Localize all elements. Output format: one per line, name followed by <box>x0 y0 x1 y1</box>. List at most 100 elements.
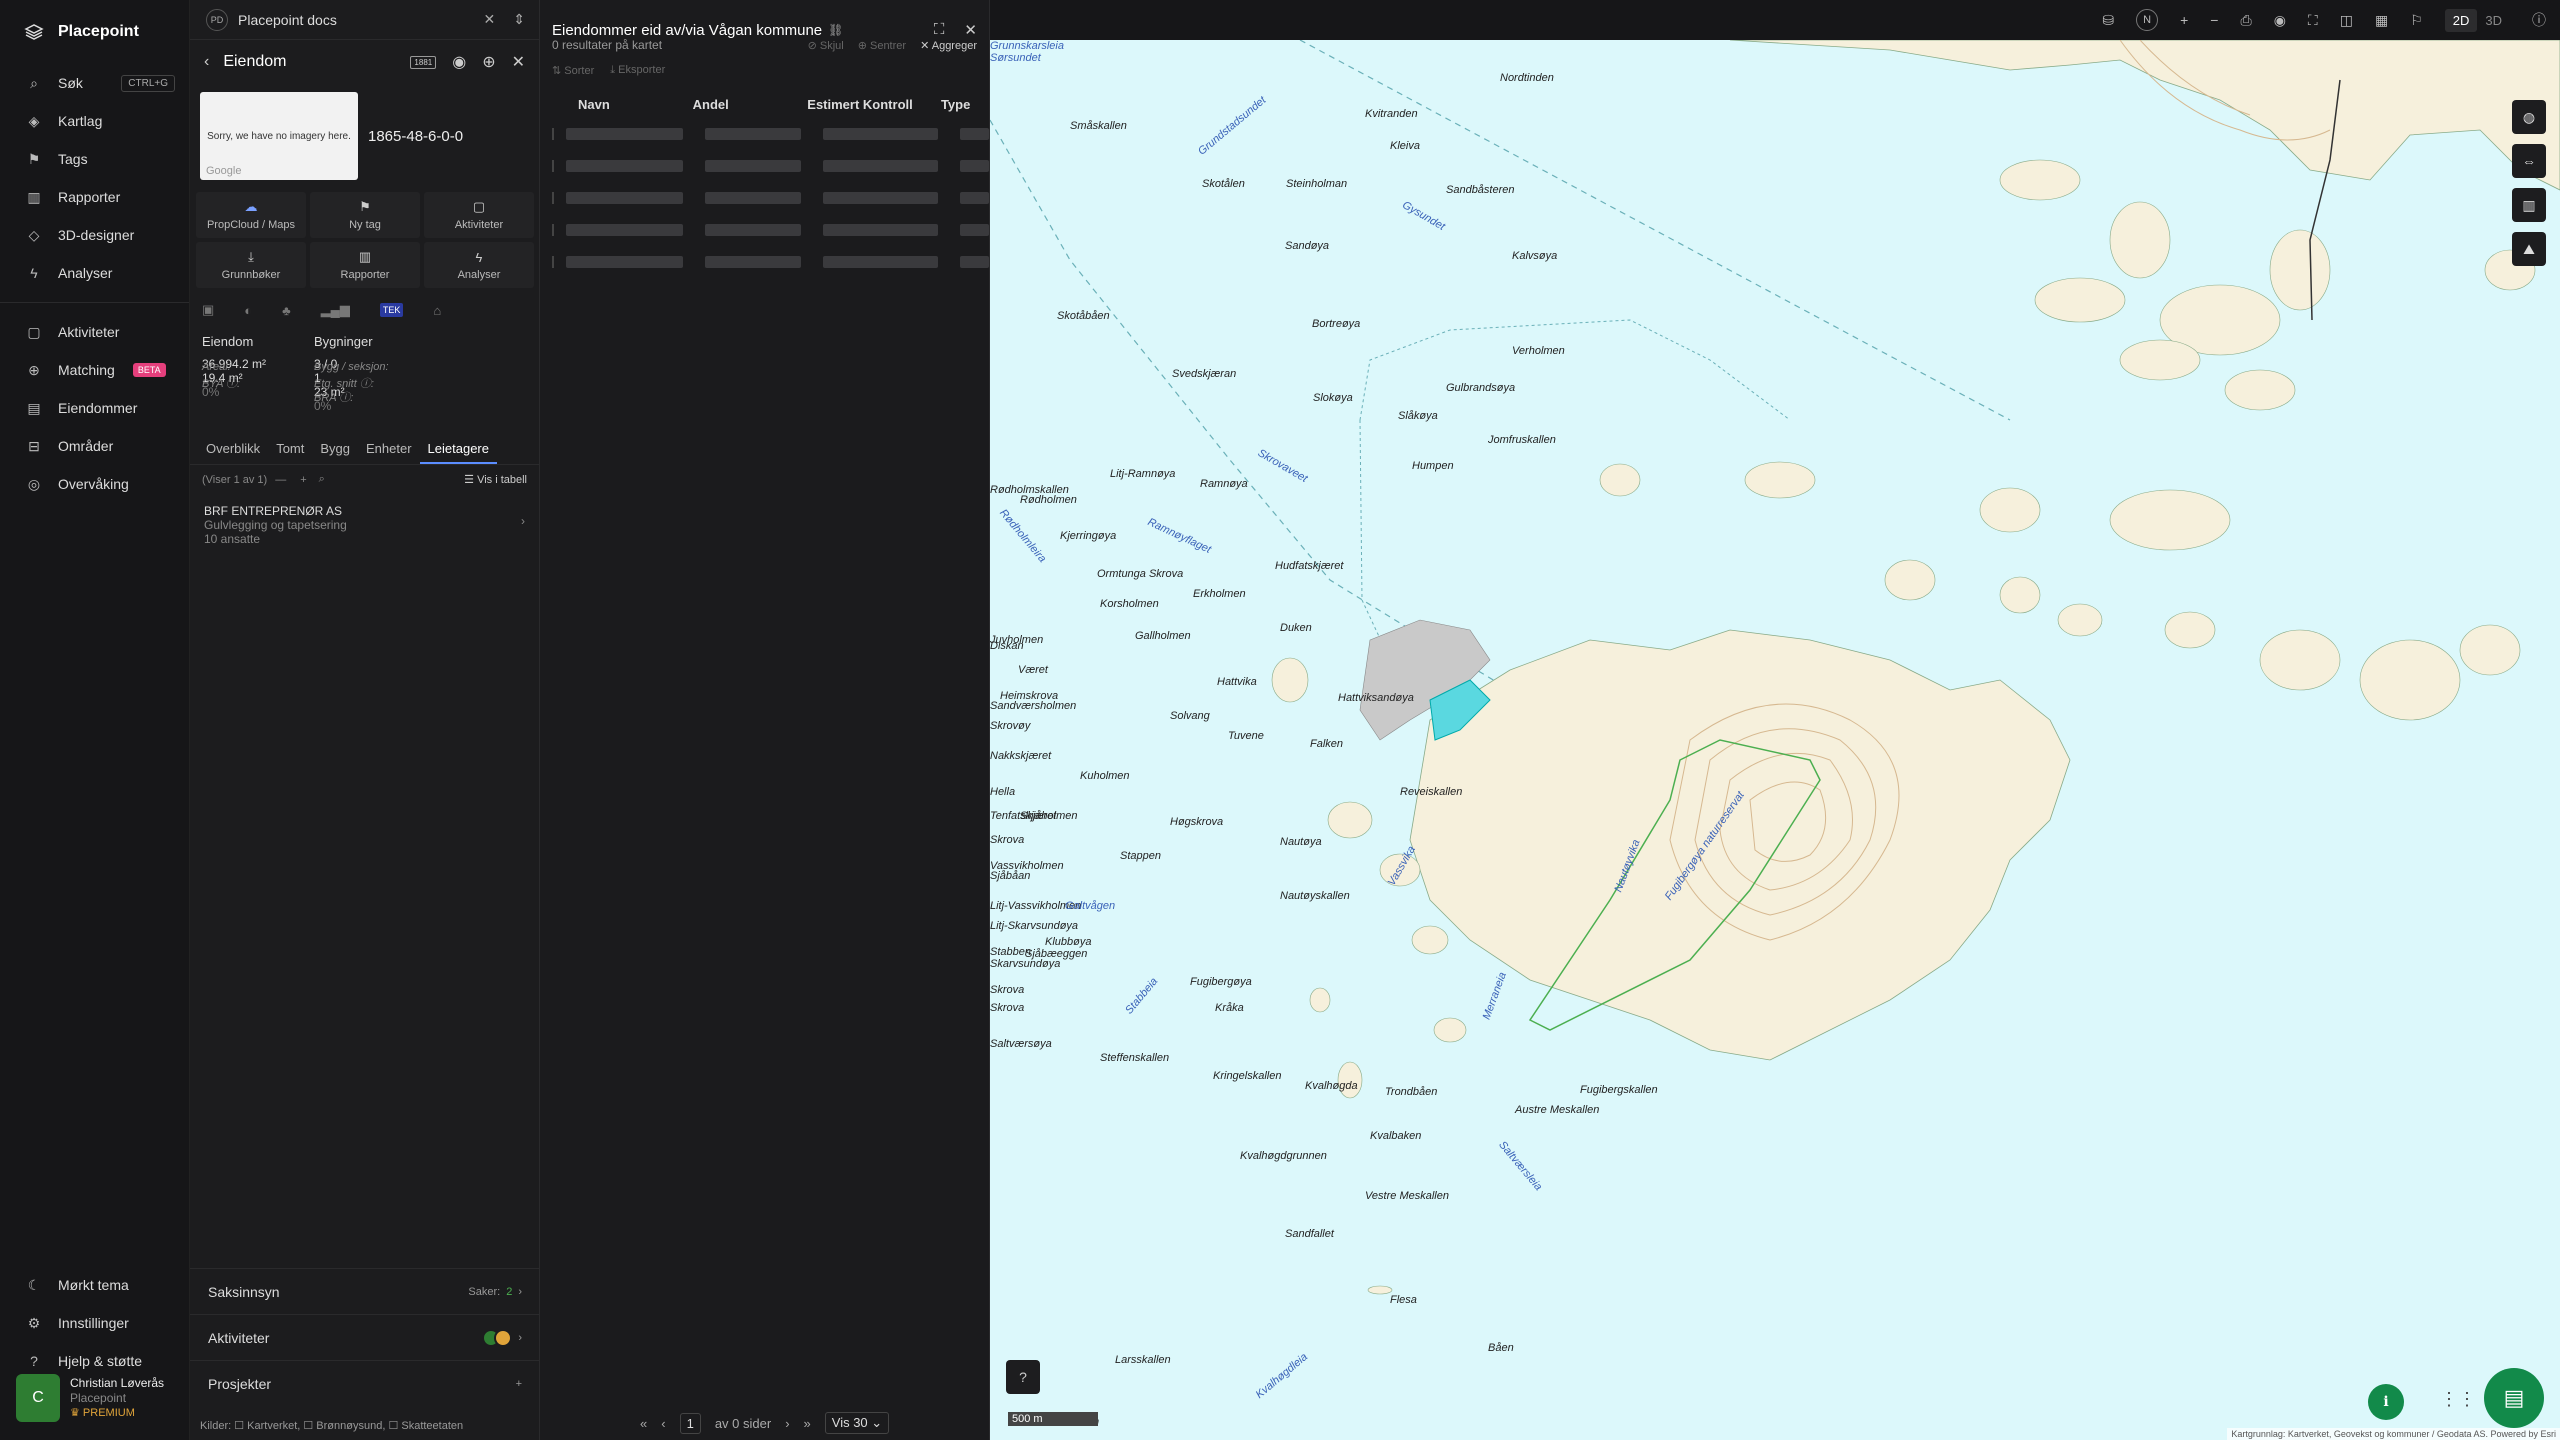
map-label: Ramnøya <box>1200 478 1248 490</box>
grid-icon[interactable]: ▦ <box>2375 12 2388 29</box>
prosjekter-section[interactable]: Prosjekter + <box>190 1360 540 1406</box>
aktiviteter-section[interactable]: Aktiviteter › <box>190 1314 540 1360</box>
propcloud-button[interactable]: ☁ PropCloud / Maps <box>196 192 306 238</box>
activities-button[interactable]: ▢ Aktiviteter <box>424 192 534 238</box>
chat-button[interactable]: ▤ <box>2484 1368 2544 1428</box>
new-tag-button[interactable]: ⚑ Ny tag <box>310 192 420 238</box>
eye-icon[interactable]: ◉ <box>2274 12 2286 29</box>
link-icon[interactable]: ⛓ <box>828 23 843 37</box>
history-icon[interactable]: 1881 <box>410 55 437 69</box>
row-marker <box>552 256 554 268</box>
docs-bar[interactable]: PD Placepoint docs ✕ ⇕ <box>190 0 539 40</box>
eye-icon[interactable]: ◉ <box>452 52 466 72</box>
analyses-button[interactable]: ϟ Analyser <box>424 242 534 288</box>
nav-item-search[interactable]: ⌕ Søk CTRL+G <box>0 64 189 102</box>
layer-select-icon[interactable]: ◍ <box>2512 100 2546 134</box>
nav-item-properties[interactable]: ▤ Eiendommer <box>0 389 189 427</box>
tenant-item[interactable]: BRF ENTREPRENØR AS Gulvlegging og tapets… <box>190 494 539 556</box>
chevron-right-icon: › <box>518 1285 522 1298</box>
col-type[interactable]: Type <box>941 97 979 112</box>
skeleton-bar <box>705 160 801 172</box>
export-button[interactable]: ⤓ Eksporter <box>610 64 665 77</box>
last-page-icon[interactable]: » <box>804 1416 811 1431</box>
close-icon[interactable]: ✕ <box>484 11 496 28</box>
camera-icon[interactable]: ◫ <box>2340 12 2353 29</box>
terrain-icon[interactable]: ⛰ <box>2512 232 2546 266</box>
hide-button[interactable]: ⊘ Skjul <box>808 39 844 52</box>
map-label: Tuvene <box>1228 730 1264 742</box>
saksinnsyn-section[interactable]: Saksinnsyn Saker: 2 › <box>190 1268 540 1314</box>
center-button[interactable]: ⊕ Sentrer <box>858 39 906 52</box>
map-toolbar: ⛁ N + − ⎙ ◉ ⛶ ◫ ▦ ⚐ 2D 3D ⓘ <box>990 0 2560 40</box>
nav-item-layers[interactable]: ◈ Kartlag <box>0 102 189 140</box>
add-icon[interactable]: + <box>300 474 306 486</box>
add-icon[interactable]: + <box>516 1378 522 1390</box>
measure-icon[interactable]: ⇔ <box>2512 144 2546 178</box>
help-icon[interactable]: ? <box>1006 1360 1040 1394</box>
stack-icon[interactable]: ⛁ <box>2102 12 2114 29</box>
view-table-button[interactable]: ☰ Vis i tabell <box>464 473 527 486</box>
nav-item-3d-designer[interactable]: ◇ 3D-designer <box>0 216 189 254</box>
nav-item-settings[interactable]: ⚙ Innstillinger <box>0 1304 190 1342</box>
nav-item-activities[interactable]: ▢ Aktiviteter <box>0 313 189 351</box>
fullscreen-icon[interactable]: ⛶ <box>2308 12 2318 29</box>
page-input[interactable]: 1 <box>679 1412 701 1434</box>
expand-icon[interactable]: ⇕ <box>513 11 525 28</box>
col-navn[interactable]: Navn <box>578 97 683 112</box>
col-andel[interactable]: Andel <box>693 97 798 112</box>
map-label: Korsholmen <box>1100 598 1159 610</box>
tek-icon[interactable]: TEK <box>379 303 404 317</box>
aggregate-button[interactable]: ✕ Aggreger <box>920 39 977 52</box>
nav-item-dark-theme[interactable]: ☾ Mørkt tema <box>0 1266 190 1304</box>
user-profile[interactable]: C Christian Løverås Placepoint ♛ PREMIUM <box>16 1372 186 1424</box>
globe-icon[interactable]: ◐ <box>244 303 252 318</box>
collapse-icon[interactable]: — <box>275 474 286 486</box>
bookmark-icon[interactable]: ⚐ <box>2410 12 2423 29</box>
mode-3d-button[interactable]: 3D <box>2477 9 2510 32</box>
nav-item-monitoring[interactable]: ◎ Overvåking <box>0 465 189 503</box>
match-icon: ⊕ <box>28 361 40 378</box>
next-page-icon[interactable]: › <box>785 1416 789 1431</box>
nav-item-areas[interactable]: ⊟ Områder <box>0 427 189 465</box>
brand[interactable]: Placepoint <box>0 0 189 64</box>
col-estimert-kontroll[interactable]: Estimert Kontroll <box>807 97 931 112</box>
tab-enheter[interactable]: Enheter <box>358 433 420 464</box>
close-icon[interactable]: ✕ <box>512 52 525 72</box>
nav-item-reports[interactable]: ▥ Rapporter <box>0 178 189 216</box>
list-title: Eiendommer eid av/via Vågan kommune <box>552 21 823 39</box>
info-icon[interactable]: ⓘ <box>2532 10 2546 30</box>
sort-button[interactable]: ⇅ Sorter <box>552 64 594 77</box>
apps-icon[interactable]: ⋮⋮ <box>2440 1389 2476 1410</box>
plant-icon[interactable]: ♣ <box>282 303 291 318</box>
tab-bygg[interactable]: Bygg <box>312 433 358 464</box>
map-view[interactable]: Småskallen Grundstadsundet Skotålen Stei… <box>990 40 2560 1440</box>
signal-icon[interactable]: ▂▄▆ <box>321 302 350 318</box>
fullscreen-icon[interactable]: ⛶ <box>934 21 945 39</box>
mode-2d-button[interactable]: 2D <box>2444 8 2478 32</box>
print-icon[interactable]: ⎙ <box>2240 12 2251 29</box>
prev-page-icon[interactable]: ‹ <box>661 1416 665 1431</box>
first-page-icon[interactable]: « <box>640 1416 647 1431</box>
compass-icon[interactable]: N <box>2136 9 2159 31</box>
reports-button[interactable]: ▥ Rapporter <box>310 242 420 288</box>
zoom-in-icon[interactable]: + <box>2180 12 2188 28</box>
target-icon[interactable]: ⊕ <box>482 52 495 72</box>
more-icon[interactable]: ⌂ <box>433 303 441 318</box>
zoning-icon[interactable]: ▣ <box>202 302 214 318</box>
back-icon[interactable]: ‹ <box>204 53 209 71</box>
info-button[interactable]: i <box>2368 1384 2404 1420</box>
zoom-out-icon[interactable]: − <box>2210 12 2218 28</box>
nav-item-matching[interactable]: ⊕ Matching BETA <box>0 351 189 389</box>
tab-leietagere[interactable]: Leietagere <box>419 433 497 464</box>
tab-tomt[interactable]: Tomt <box>268 433 312 464</box>
search-icon: ⌕ <box>30 74 38 91</box>
tab-overblikk[interactable]: Overblikk <box>198 433 268 464</box>
nav-item-analyses[interactable]: ϟ Analyser <box>0 254 189 292</box>
land-registry-button[interactable]: ⤓ Grunnbøker <box>196 242 306 288</box>
street-view-thumbnail[interactable]: Sorry, we have no imagery here. Google <box>200 92 358 180</box>
chart-icon[interactable]: ▥ <box>2512 188 2546 222</box>
page-size-select[interactable]: Vis 30 ⌄ <box>824 1412 890 1434</box>
close-icon[interactable]: ✕ <box>964 21 977 39</box>
nav-item-tags[interactable]: ⚑ Tags <box>0 140 189 178</box>
search-icon[interactable]: ⌕ <box>319 473 325 486</box>
